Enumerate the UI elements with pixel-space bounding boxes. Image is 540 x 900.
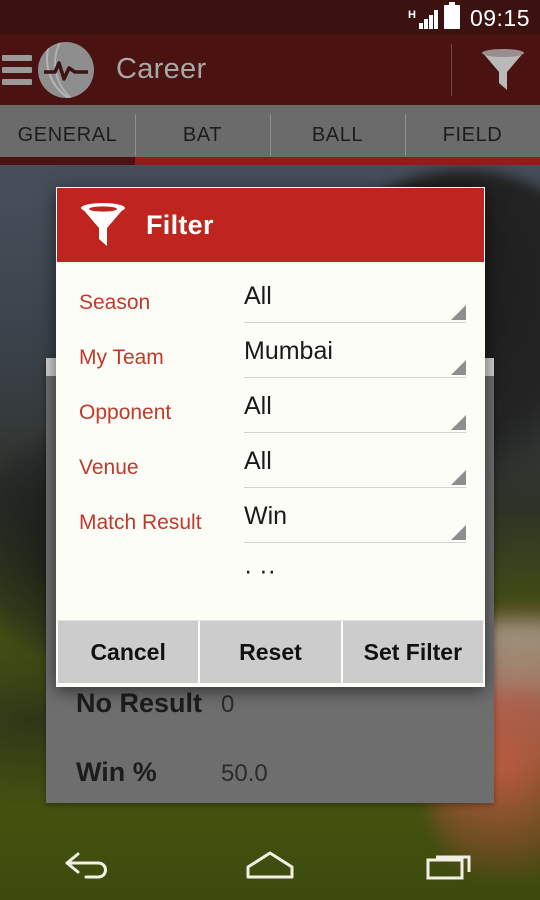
tab-bar: GENERAL BAT BALL FIELD (0, 105, 540, 165)
divider (451, 43, 452, 96)
home-icon[interactable] (232, 842, 308, 888)
field-label: Venue (79, 456, 139, 479)
stat-row-win-pct: Win % 50.0 (76, 757, 268, 788)
field-label: Match Result (79, 511, 202, 534)
battery-icon (443, 2, 460, 29)
stat-value: 0 (221, 691, 235, 718)
pulse-line-icon (44, 60, 88, 81)
filter-row-clipped: . · ·· (57, 555, 484, 581)
cricket-pulse-logo-icon (38, 41, 94, 98)
status-bar: H 09:15 (0, 0, 540, 34)
stat-label: Win % (76, 757, 157, 787)
reset-button[interactable]: Reset (200, 621, 341, 683)
stat-value: 50.0 (221, 760, 268, 787)
tab-general[interactable]: GENERAL (0, 105, 135, 165)
my-team-spinner[interactable]: Mumbai (244, 335, 466, 378)
tab-label: BALL (311, 123, 364, 146)
dialog-title: Filter (146, 209, 214, 240)
back-arrow-icon[interactable] (52, 842, 128, 888)
tab-label: FIELD (442, 123, 503, 146)
hamburger-menu-icon[interactable] (2, 54, 32, 85)
dialog-button-bar: Cancel Reset Set Filter (57, 620, 484, 686)
opponent-spinner[interactable]: All (244, 390, 466, 433)
set-filter-button[interactable]: Set Filter (342, 621, 483, 683)
recent-apps-icon[interactable] (412, 842, 488, 888)
stat-row-no-result: No Result 0 (76, 688, 234, 719)
spinner-value: All (244, 282, 272, 310)
stat-label: No Result (76, 688, 203, 718)
filter-row-season: Season All (57, 280, 484, 335)
funnel-filter-icon[interactable] (474, 48, 532, 92)
filter-row-opponent: Opponent All (57, 390, 484, 445)
spinner-value: Win (244, 502, 288, 530)
field-label: Opponent (79, 401, 172, 424)
spinner-value: All (244, 447, 272, 475)
filter-row-match-result: Match Result Win (57, 500, 484, 555)
funnel-filter-icon (81, 203, 125, 246)
tab-field[interactable]: FIELD (405, 105, 540, 165)
tab-label: BAT (182, 123, 223, 146)
tab-label: GENERAL (17, 123, 118, 146)
funnel-glyph (482, 48, 524, 90)
recents-glyph (426, 855, 471, 880)
season-spinner[interactable]: All (244, 280, 466, 323)
app-bar: Career (0, 34, 540, 105)
android-nav-bar (0, 830, 540, 900)
field-label: My Team (79, 346, 164, 369)
match-result-spinner[interactable]: Win (244, 500, 466, 543)
dialog-body[interactable]: Season All My Team Mumbai Opponent All V… (57, 262, 484, 620)
spinner-value: Mumbai (244, 337, 333, 365)
page-title: Career (116, 53, 207, 85)
field-label: Season (79, 291, 151, 314)
filter-row-venue: Venue All (57, 445, 484, 500)
status-bar-clock: 09:15 (469, 5, 530, 31)
filter-row-my-team: My Team Mumbai (57, 335, 484, 390)
back-glyph (65, 852, 107, 879)
spinner-value: All (244, 392, 272, 420)
phone-screen: No Result 0 Win % 50.0 H 09:15 Career GE… (0, 0, 540, 900)
signal-strength-icon (418, 10, 438, 29)
status-icons: H 09:15 (407, 2, 540, 31)
tab-bat[interactable]: BAT (135, 105, 270, 165)
network-type-indicator: H (407, 9, 416, 21)
filter-dialog: Filter Season All My Team Mumbai Opponen… (56, 187, 485, 687)
tab-ball[interactable]: BALL (270, 105, 405, 165)
venue-spinner[interactable]: All (244, 445, 466, 488)
app-bar-actions (451, 34, 540, 105)
home-glyph (246, 851, 294, 879)
field-label: . (79, 555, 244, 581)
clipped-spinner[interactable]: · ·· (244, 555, 466, 581)
dialog-header: Filter (57, 188, 484, 262)
tab-active-indicator (0, 157, 540, 165)
cancel-button[interactable]: Cancel (58, 621, 199, 683)
spinner-value: · ·· (244, 557, 276, 581)
